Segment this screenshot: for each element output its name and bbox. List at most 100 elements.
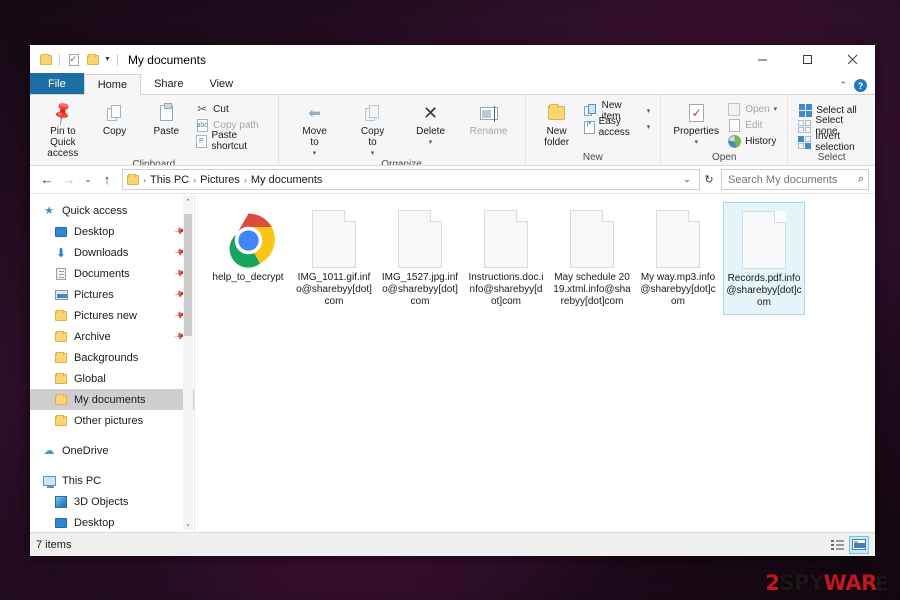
sidebar-item-documents[interactable]: Documents 📌 bbox=[30, 263, 194, 284]
sidebar-item-desktop[interactable]: Desktop 📌 bbox=[30, 221, 194, 242]
sidebar-item-quick-access[interactable]: ★ Quick access bbox=[30, 200, 194, 221]
search-box[interactable]: ⌕ bbox=[721, 169, 869, 190]
button-label: Properties bbox=[673, 126, 719, 137]
paste-shortcut-button[interactable]: P Paste shortcut bbox=[192, 130, 270, 152]
sidebar-item-global[interactable]: Global bbox=[30, 368, 194, 389]
help-icon[interactable]: ? bbox=[854, 79, 867, 92]
properties-icon[interactable] bbox=[64, 50, 83, 69]
copy-to-button[interactable]: Copy to ▾ bbox=[344, 98, 402, 159]
collapse-ribbon-icon[interactable]: ⌃ bbox=[839, 80, 847, 91]
rename-button[interactable]: Rename bbox=[460, 98, 518, 137]
folder-icon[interactable] bbox=[36, 50, 55, 69]
maximize-button[interactable] bbox=[785, 45, 830, 74]
file-list-pane[interactable]: help_to_decrypt IMG_1011.gif.info@shareb… bbox=[194, 194, 875, 532]
sidebar-item-onedrive[interactable]: ☁ OneDrive bbox=[30, 440, 194, 461]
properties-button[interactable]: Properties ▾ bbox=[668, 98, 724, 148]
blank-file-icon bbox=[742, 211, 786, 269]
sidebar-item-desktop-pc[interactable]: Desktop bbox=[30, 512, 194, 532]
new-folder-button[interactable]: New folder bbox=[533, 98, 581, 148]
tab-view[interactable]: View bbox=[196, 73, 246, 94]
pin-to-quick-access-button[interactable]: 📌 Pin to Quick access bbox=[37, 98, 89, 159]
address-dropdown-icon[interactable]: ⌄ bbox=[679, 169, 695, 191]
tab-home[interactable]: Home bbox=[83, 74, 142, 95]
file-name: Instructions.doc.info@sharebyy[dot]com bbox=[468, 272, 544, 307]
star-icon: ★ bbox=[44, 205, 54, 217]
breadcrumb-this-pc[interactable]: This PC bbox=[147, 174, 192, 186]
tab-file[interactable]: File bbox=[30, 73, 84, 94]
file-thumbnail bbox=[221, 206, 276, 268]
search-icon[interactable]: ⌕ bbox=[858, 173, 864, 186]
list-item[interactable]: Records.pdf.info@sharebyy[dot]com bbox=[723, 202, 805, 315]
chevron-down-icon[interactable]: ▼ bbox=[102, 56, 113, 63]
move-to-button[interactable]: ⬅ Move to ▾ bbox=[286, 98, 344, 159]
list-item[interactable]: help_to_decrypt bbox=[207, 202, 289, 315]
chevron-down-icon[interactable]: ▾ bbox=[429, 137, 433, 148]
search-input[interactable] bbox=[726, 172, 858, 187]
sidebar-item-archive[interactable]: Archive 📌 bbox=[30, 326, 194, 347]
blank-file-icon bbox=[312, 210, 356, 268]
blank-file-icon bbox=[656, 210, 700, 268]
watermark-2spyware: 2 SPY WAR E bbox=[765, 573, 888, 594]
group-label-new: New bbox=[582, 152, 603, 163]
address-bar[interactable]: › This PC › Pictures › My documents ⌄ bbox=[122, 169, 700, 190]
title-bar[interactable]: ▼ My documents bbox=[30, 45, 875, 74]
open-button[interactable]: Open ▾ bbox=[724, 101, 780, 117]
scrollbar-thumb[interactable] bbox=[184, 214, 192, 336]
chevron-down-icon[interactable]: ▾ bbox=[647, 107, 651, 115]
ribbon-group-organize: ⬅ Move to ▾ Copy to ▾ ✕ Delete ▾ Rename bbox=[277, 95, 525, 165]
list-item[interactable]: My way.mp3.info@sharebyy[dot]com bbox=[637, 202, 719, 315]
chevron-down-icon[interactable]: ▾ bbox=[371, 148, 375, 159]
file-thumbnail bbox=[312, 206, 356, 268]
3d-objects-icon bbox=[54, 495, 68, 509]
chevron-down-icon[interactable]: ▾ bbox=[694, 137, 698, 148]
up-button[interactable]: ↑ bbox=[96, 169, 118, 191]
chevron-down-icon[interactable]: ▾ bbox=[647, 123, 651, 131]
large-icons-view-button[interactable] bbox=[849, 535, 869, 554]
quick-access-toolbar[interactable]: ▼ bbox=[30, 50, 122, 69]
breadcrumb-pictures[interactable]: Pictures bbox=[197, 174, 243, 186]
details-view-button[interactable] bbox=[827, 536, 847, 554]
invert-selection-button[interactable]: Invert selection bbox=[795, 131, 868, 153]
edit-button[interactable]: Edit bbox=[724, 117, 780, 133]
scroll-up-icon[interactable]: ⌃ bbox=[183, 196, 193, 208]
sidebar-item-this-pc[interactable]: This PC bbox=[30, 470, 194, 491]
copy-button[interactable]: Copy bbox=[89, 98, 141, 137]
delete-button[interactable]: ✕ Delete ▾ bbox=[402, 98, 460, 148]
forward-button[interactable]: → bbox=[58, 169, 80, 191]
list-item[interactable]: IMG_1011.gif.info@sharebyy[dot]com bbox=[293, 202, 375, 315]
list-item[interactable]: Instructions.doc.info@sharebyy[dot]com bbox=[465, 202, 547, 315]
easy-access-button[interactable]: Easy access ▾ bbox=[581, 116, 654, 138]
paste-button[interactable]: Paste bbox=[140, 98, 192, 137]
sidebar-item-3d-objects[interactable]: 3D Objects bbox=[30, 491, 194, 512]
sidebar-item-downloads[interactable]: ⬇ Downloads 📌 bbox=[30, 242, 194, 263]
file-thumbnail bbox=[570, 206, 614, 268]
sidebar-scrollbar[interactable]: ⌃ ⌄ bbox=[183, 196, 193, 530]
scroll-down-icon[interactable]: ⌄ bbox=[183, 518, 193, 530]
sidebar-item-other-pictures[interactable]: Other pictures bbox=[30, 410, 194, 431]
navigation-pane: ★ Quick access Desktop 📌 ⬇ Downloads 📌 D… bbox=[30, 194, 194, 532]
button-label: Delete bbox=[416, 126, 446, 137]
history-button[interactable]: History bbox=[724, 133, 780, 149]
sidebar-item-pictures-new[interactable]: Pictures new 📌 bbox=[30, 305, 194, 326]
tab-share[interactable]: Share bbox=[141, 73, 196, 94]
button-label: Cut bbox=[213, 103, 229, 115]
cut-button[interactable]: ✂ Cut bbox=[192, 101, 270, 117]
breadcrumb-my-documents[interactable]: My documents bbox=[248, 174, 326, 186]
close-button[interactable] bbox=[830, 45, 875, 74]
list-item[interactable]: May schedule 2019.xtml.info@sharebyy[dot… bbox=[551, 202, 633, 315]
recent-locations-button[interactable]: ⌄ bbox=[80, 169, 96, 191]
sidebar-item-my-documents[interactable]: My documents bbox=[30, 389, 194, 410]
back-button[interactable]: ← bbox=[36, 169, 58, 191]
sidebar-item-backgrounds[interactable]: Backgrounds bbox=[30, 347, 194, 368]
list-item[interactable]: IMG_1527.jpg.info@sharebyy[dot]com bbox=[379, 202, 461, 315]
minimize-button[interactable] bbox=[740, 45, 785, 74]
refresh-button[interactable]: ↻ bbox=[700, 169, 718, 191]
sidebar-item-pictures[interactable]: Pictures 📌 bbox=[30, 284, 194, 305]
chevron-down-icon[interactable]: ▾ bbox=[313, 148, 317, 159]
watermark-part-4: E bbox=[874, 571, 889, 596]
new-folder-icon[interactable] bbox=[83, 50, 102, 69]
chevron-down-icon[interactable]: ▾ bbox=[774, 105, 778, 113]
window-controls bbox=[740, 45, 875, 74]
desktop-icon bbox=[54, 516, 68, 530]
file-name: IMG_1011.gif.info@sharebyy[dot]com bbox=[296, 272, 372, 307]
